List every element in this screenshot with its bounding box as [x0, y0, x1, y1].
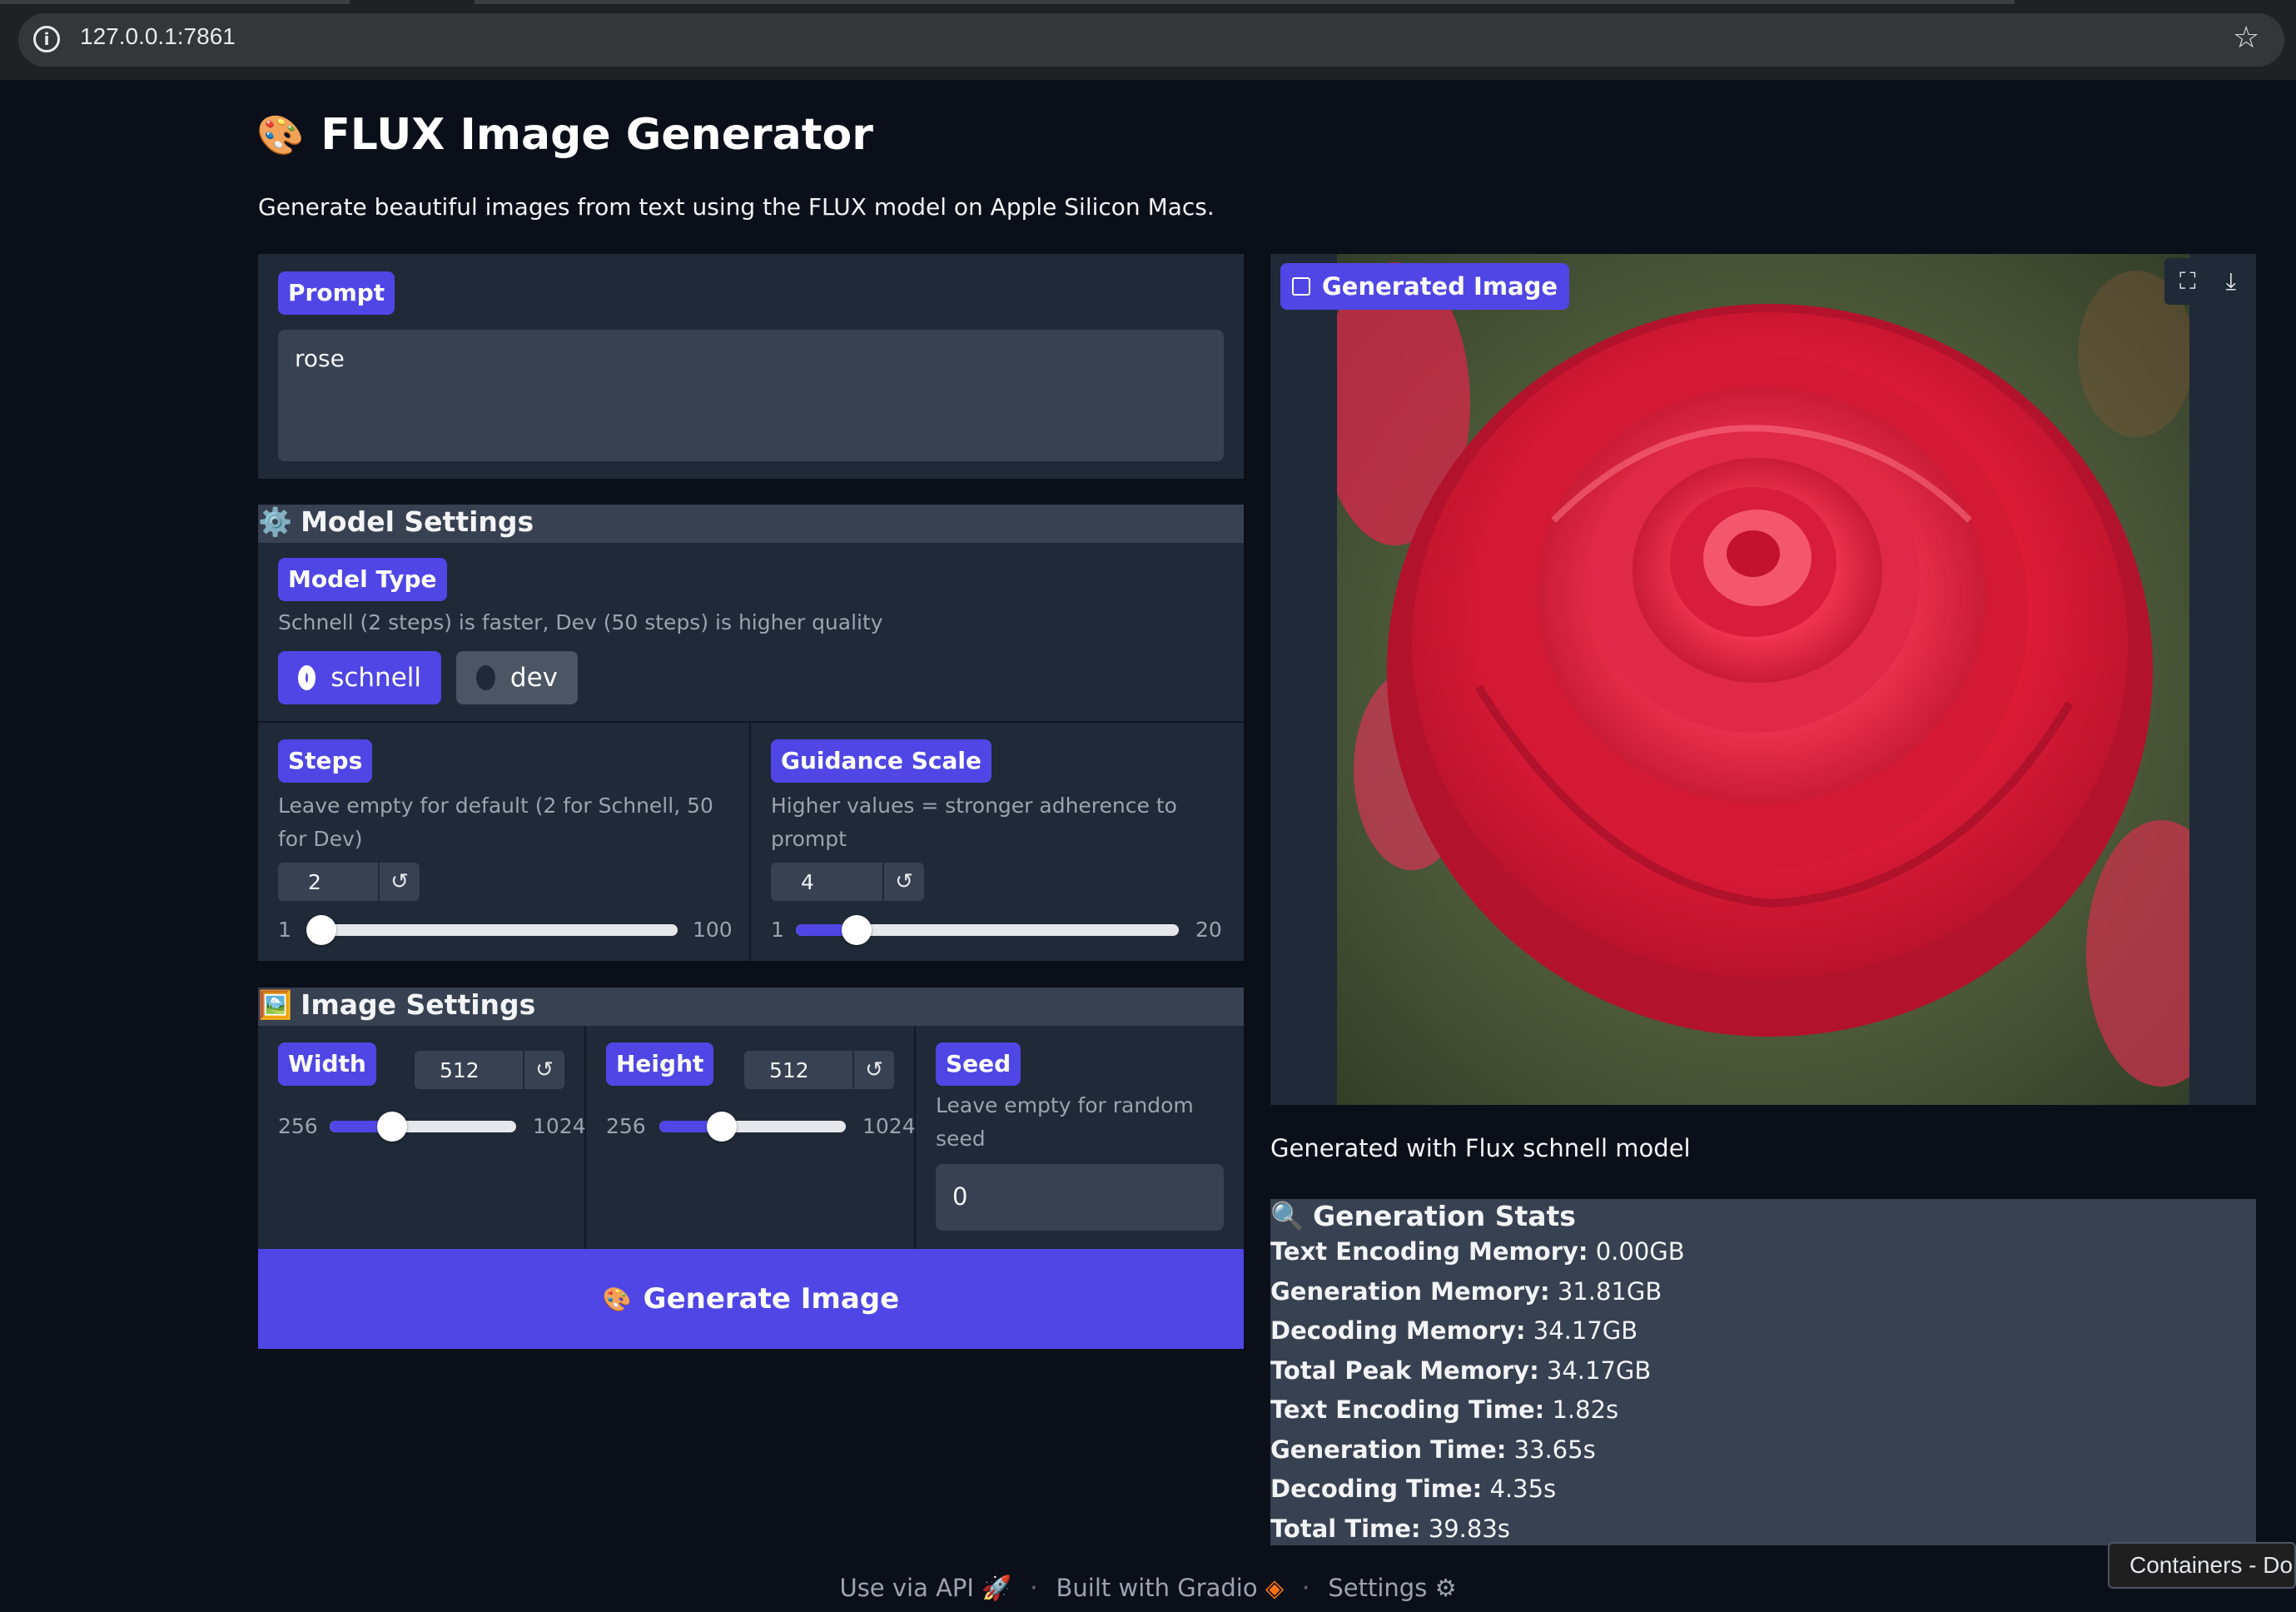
page-title: 🎨 FLUX Image Generator [256, 108, 873, 162]
reset-icon[interactable]: ↺ [852, 1051, 894, 1089]
radio-dev[interactable]: dev [456, 651, 578, 704]
height-label: Height [606, 1042, 714, 1086]
prompt-value: rose [295, 345, 345, 372]
stat-row: Text Encoding Time: 1.82s [1270, 1396, 1619, 1424]
guidance-info: Higher values = stronger adherence to pr… [771, 794, 1177, 851]
width-max: 1024 [533, 1114, 586, 1138]
radio-unselected-icon [476, 665, 495, 690]
prompt-textarea[interactable] [278, 330, 1224, 461]
page-title-text: FLUX Image Generator [321, 110, 873, 160]
seed-value: 0 [952, 1182, 968, 1211]
generate-image-button[interactable]: 🎨 Generate Image [258, 1249, 1244, 1349]
gradio-logo-icon: ◈ [1265, 1574, 1285, 1602]
prompt-label: Prompt [278, 271, 395, 315]
footer-separator: · [1302, 1574, 1310, 1602]
width-number-input[interactable]: 512 ↺ [415, 1051, 564, 1089]
magnifier-icon: 🔍 [1270, 1200, 1305, 1232]
guidance-slider[interactable] [796, 915, 1179, 945]
height-max: 1024 [862, 1114, 916, 1138]
guidance-label: Guidance Scale [771, 739, 991, 783]
stat-row: Decoding Memory: 34.17GB [1270, 1316, 1638, 1345]
steps-min: 1 [278, 918, 291, 942]
gear-icon: ⚙️ [258, 505, 293, 538]
generation-caption: Generated with Flux schnell model [1270, 1134, 1691, 1162]
seed-input[interactable] [936, 1164, 1224, 1231]
stat-row: Text Encoding Memory: 0.00GB [1270, 1237, 1685, 1266]
stat-row: Generation Time: 33.65s [1270, 1435, 1596, 1464]
reset-icon[interactable]: ↺ [882, 863, 924, 901]
divider [749, 721, 751, 961]
divider [258, 721, 1244, 723]
height-slider-thumb[interactable] [706, 1112, 737, 1142]
steps-slider[interactable] [306, 915, 678, 945]
os-tooltip: Containers - Do [2108, 1542, 2296, 1589]
height-number-input[interactable]: 512 ↺ [744, 1051, 894, 1089]
steps-number-input[interactable]: 2 ↺ [278, 863, 420, 901]
stat-row: Decoding Time: 4.35s [1270, 1475, 1557, 1503]
palette-icon: 🎨 [256, 112, 305, 157]
download-icon[interactable]: ⤓ [2226, 267, 2236, 296]
address-bar[interactable] [18, 13, 2284, 67]
reset-icon[interactable]: ↺ [378, 863, 420, 901]
seed-label: Seed [936, 1042, 1021, 1086]
height-min: 256 [606, 1114, 646, 1138]
gear-icon: ⚙ [1434, 1574, 1457, 1602]
radio-schnell[interactable]: schnell [278, 651, 441, 704]
rocket-icon: 🚀 [982, 1574, 1012, 1602]
picture-icon: 🖼️ [258, 988, 293, 1021]
footer: Use via API 🚀 · Built with Gradio ◈ · Se… [0, 1574, 2296, 1603]
reset-icon[interactable]: ↺ [523, 1051, 564, 1089]
seed-info: Leave empty for random seed [936, 1093, 1194, 1151]
generated-image [1337, 254, 2189, 1105]
model-settings-title[interactable]: ⚙️ Model Settings [258, 505, 534, 540]
stat-row: Total Time: 39.83s [1270, 1515, 1510, 1543]
page-description: Generate beautiful images from text usin… [258, 193, 1215, 221]
fullscreen-icon[interactable]: ⛶ [2179, 267, 2196, 296]
model-type-label: Model Type [278, 558, 447, 601]
guidance-slider-thumb[interactable] [841, 915, 872, 945]
settings-link[interactable]: Settings ⚙ [1328, 1574, 1456, 1603]
image-icon [1292, 277, 1310, 296]
width-label: Width [278, 1042, 376, 1086]
model-type-info: Schnell (2 steps) is faster, Dev (50 ste… [278, 610, 883, 634]
width-slider[interactable] [330, 1112, 516, 1142]
stat-row: Total Peak Memory: 34.17GB [1270, 1356, 1652, 1385]
image-settings-title[interactable]: 🖼️ Image Settings [258, 988, 535, 1022]
url-text[interactable]: 127.0.0.1:7861 [80, 23, 236, 50]
guidance-min: 1 [771, 918, 784, 942]
use-api-link[interactable]: Use via API 🚀 [839, 1574, 1011, 1603]
browser-tab[interactable] [0, 0, 350, 4]
guidance-max: 20 [1195, 918, 1222, 942]
image-toolbar: ⛶ ⤓ [2164, 258, 2251, 305]
width-min: 256 [278, 1114, 318, 1138]
bookmark-star-icon[interactable]: ☆ [2233, 22, 2259, 55]
stats-title: 🔍 Generation Stats [1270, 1200, 1576, 1232]
steps-label: Steps [278, 739, 373, 783]
palette-icon: 🎨 [602, 1285, 632, 1313]
browser-tab[interactable] [475, 0, 2015, 4]
steps-max: 100 [693, 918, 733, 942]
stat-row: Generation Memory: 31.81GB [1270, 1277, 1662, 1306]
guidance-number-input[interactable]: 4 ↺ [771, 863, 924, 901]
width-slider-thumb[interactable] [376, 1112, 407, 1142]
radio-selected-icon [298, 665, 316, 690]
generated-image-label: Generated Image [1280, 263, 1570, 310]
site-info-icon[interactable]: i [33, 26, 60, 52]
steps-info: Leave empty for default (2 for Schnell, … [278, 794, 713, 851]
footer-separator: · [1030, 1574, 1038, 1602]
height-slider[interactable] [659, 1112, 846, 1142]
gradio-link[interactable]: Built with Gradio ◈ [1056, 1574, 1285, 1603]
